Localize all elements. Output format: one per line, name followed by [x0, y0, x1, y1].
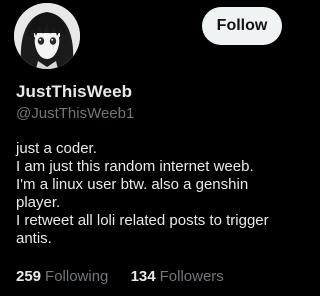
display-name[interactable]: JustThisWeeb	[16, 82, 132, 102]
avatar[interactable]	[14, 3, 80, 69]
bio-line: player.	[16, 194, 61, 211]
profile-hover-card: Follow JustThisWeeb @JustThisWeeb1 just …	[0, 0, 284, 296]
following-count: 259	[16, 268, 42, 285]
profile-stats: 259 Following 134 Followers	[16, 268, 224, 285]
following-label: Following	[45, 268, 109, 285]
bio-line: I'm a linux user btw. also a genshin	[16, 176, 249, 193]
username-handle[interactable]: @JustThisWeeb1	[16, 105, 134, 122]
bio-line: I am just this random internet weeb.	[16, 158, 254, 175]
anime-girl-avatar-icon	[14, 3, 80, 69]
bio-line: antis.	[16, 230, 52, 247]
bio-line: I retweet all loli related posts to trig…	[16, 212, 269, 229]
followers-count: 134	[130, 268, 156, 285]
followers-label: Followers	[159, 268, 224, 285]
following-link[interactable]: 259 Following	[16, 268, 108, 285]
bio-line: just a coder.	[16, 140, 97, 157]
follow-button[interactable]: Follow	[202, 7, 282, 45]
bio: just a coder. I am just this random inte…	[16, 140, 281, 248]
followers-link[interactable]: 134 Followers	[131, 268, 224, 285]
